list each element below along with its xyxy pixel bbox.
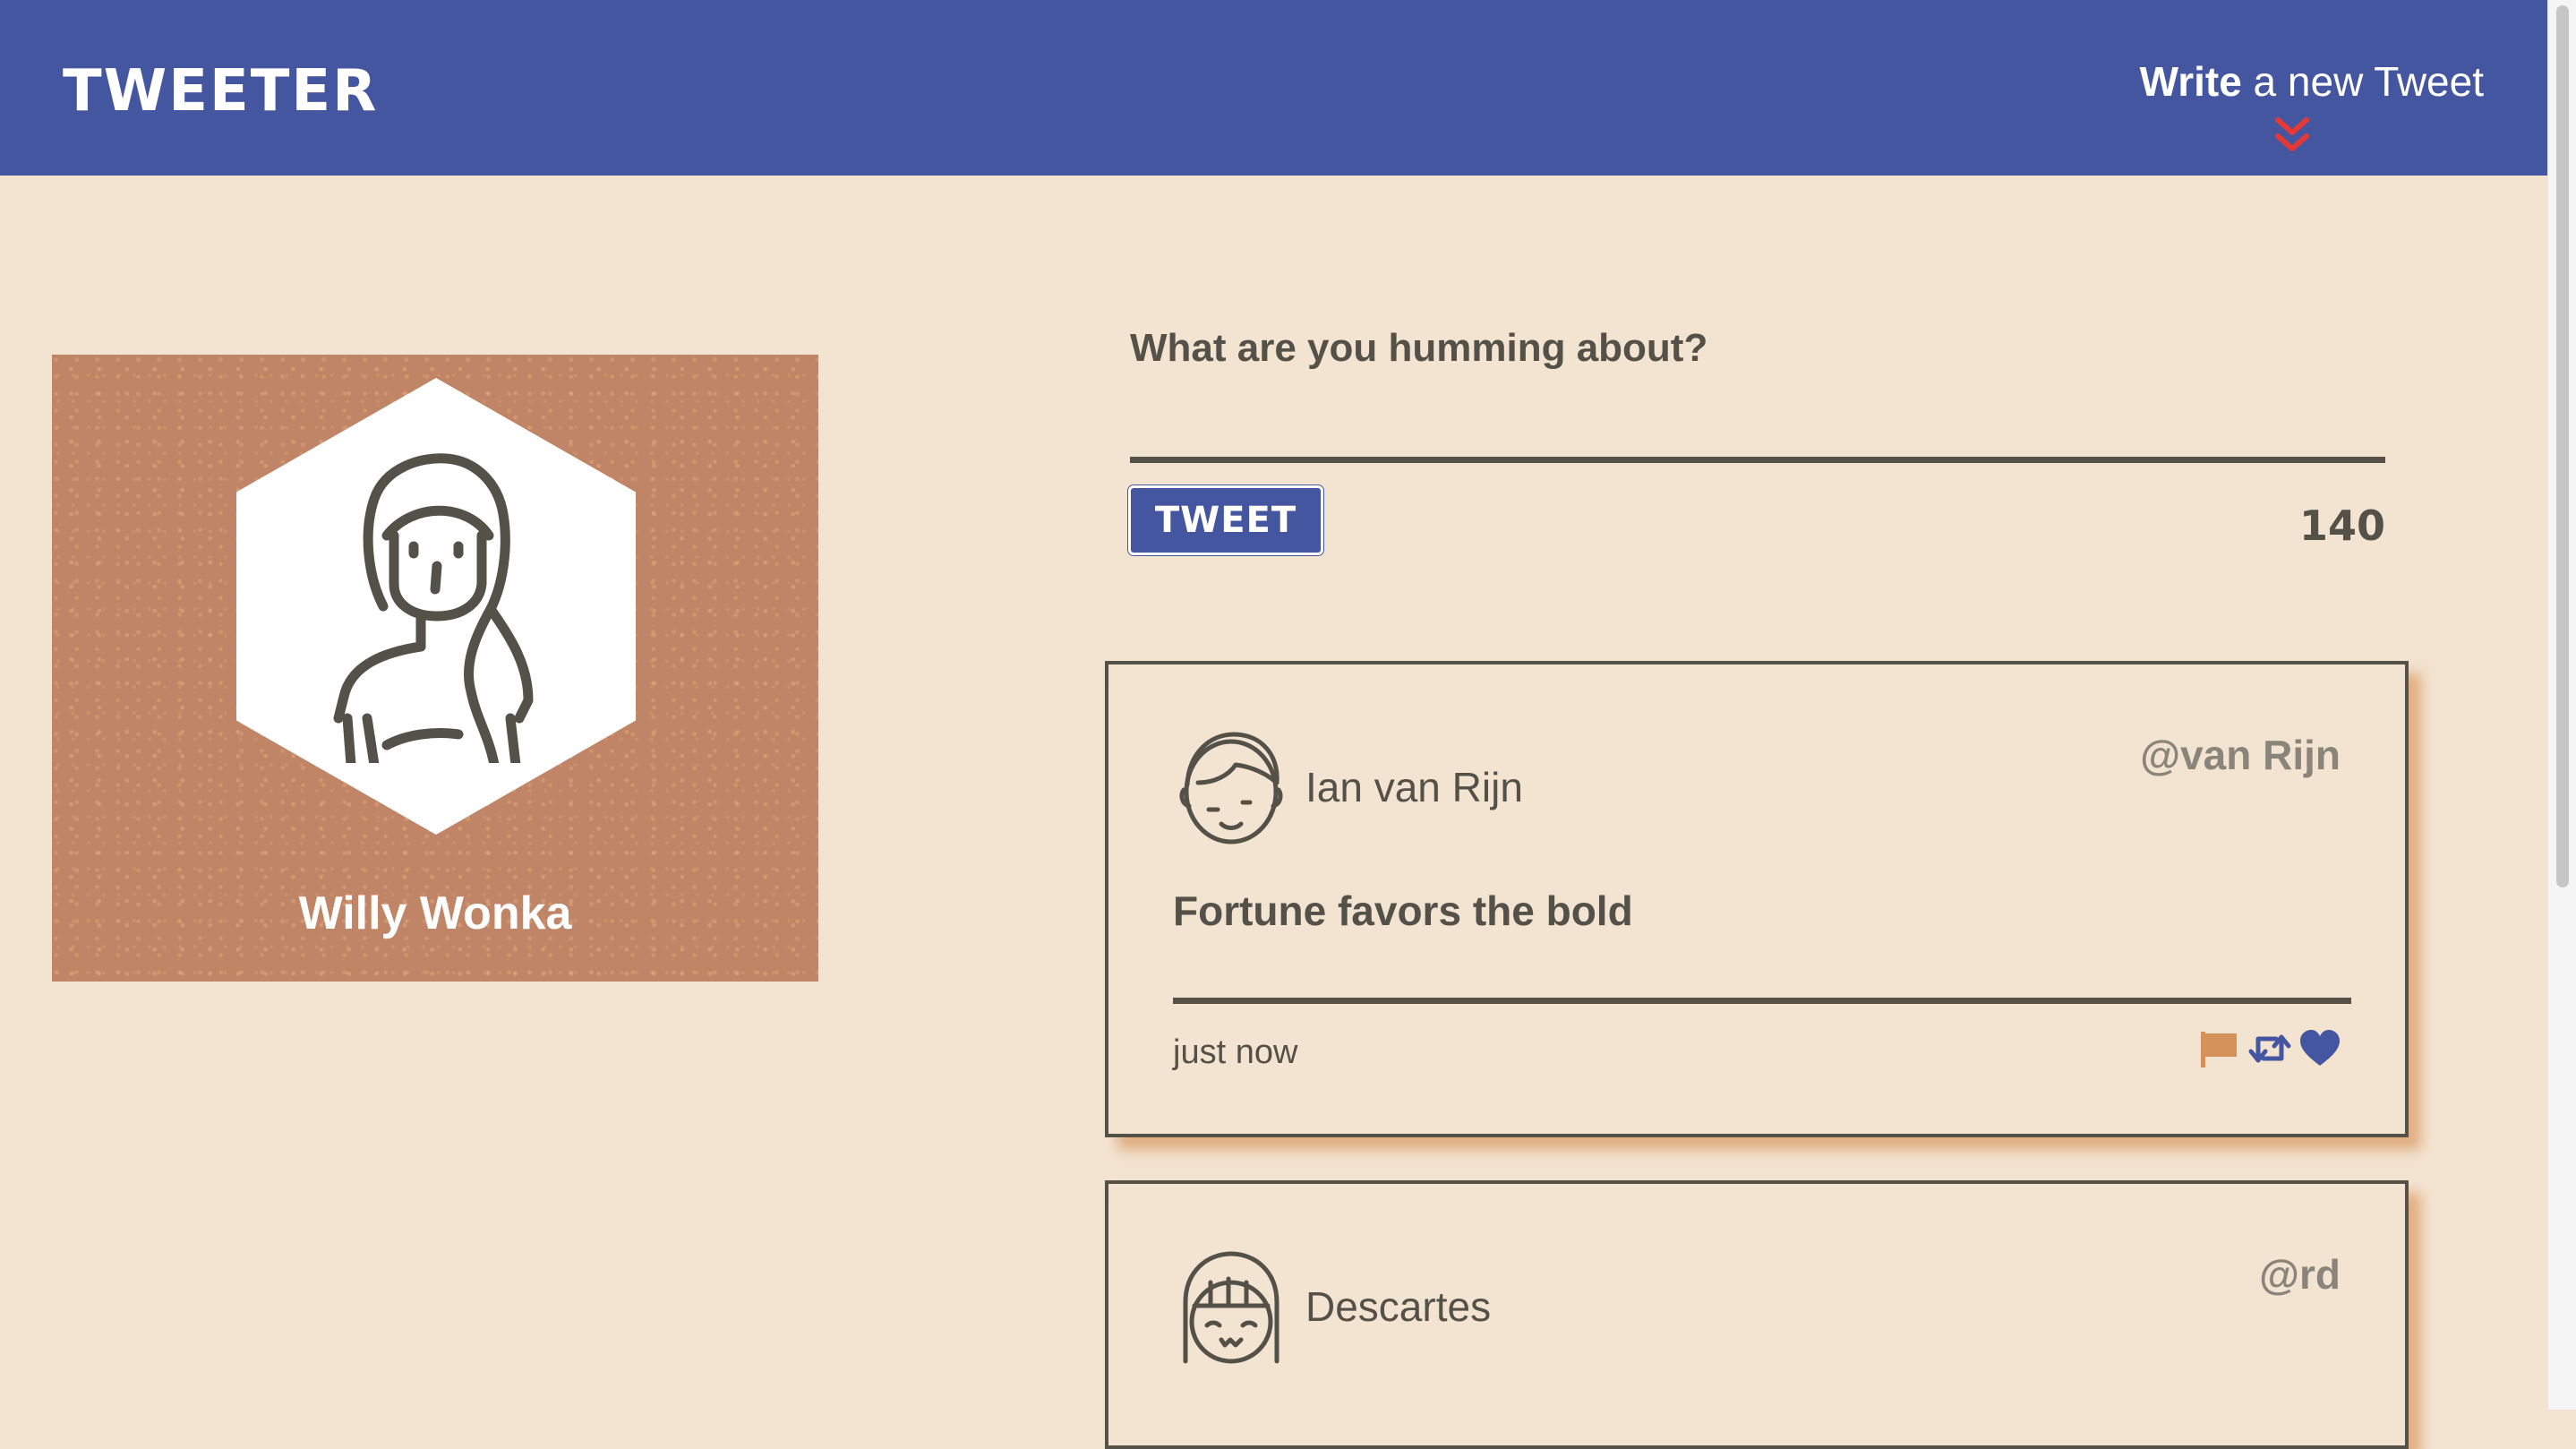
flag-icon[interactable] <box>2197 1026 2242 1071</box>
write-new-tweet-label[interactable]: Write a new Tweet <box>2140 59 2484 105</box>
tweet-author-handle[interactable]: @rd <box>2259 1250 2341 1299</box>
tweet-card: Ian van Rijn @van Rijn Fortune favors th… <box>1105 661 2409 1137</box>
write-rest-text: a new Tweet <box>2241 58 2484 105</box>
tweet-card: Descartes @rd <box>1105 1180 2409 1449</box>
tweet-submit-button[interactable]: TWEET <box>1128 485 1323 555</box>
boy-avatar-icon <box>1179 732 1283 845</box>
girl-avatar-icon <box>333 453 534 763</box>
heart-icon[interactable] <box>2298 1026 2342 1071</box>
avatar-hexagon <box>236 378 636 835</box>
app-logo[interactable]: TWEETER <box>63 63 378 120</box>
scrollbar-thumb[interactable] <box>2556 5 2569 887</box>
tweet-author-name: Descartes <box>1305 1283 1492 1330</box>
tweet-text-input[interactable] <box>1130 394 2387 459</box>
girl-bangs-avatar-icon <box>1183 1251 1279 1364</box>
profile-name: Willy Wonka <box>298 887 572 939</box>
top-nav: TWEETER Write a new Tweet <box>0 0 2548 176</box>
profile-card: Willy Wonka <box>52 355 818 982</box>
tweet-content: Fortune favors the bold <box>1173 887 1633 934</box>
tweet-actions <box>2197 1026 2342 1071</box>
compose-underline <box>1130 457 2385 463</box>
compose-prompt-label: What are you humming about? <box>1130 326 1708 370</box>
page-scrollbar[interactable] <box>2547 0 2576 1410</box>
character-counter: 140 <box>2298 502 2385 550</box>
tweet-author-name: Ian van Rijn <box>1305 764 1523 810</box>
tweet-timestamp: just now <box>1173 1033 1298 1071</box>
tweet-divider <box>1173 998 2351 1004</box>
write-new-tweet-toggle[interactable]: Write a new Tweet <box>2108 59 2484 158</box>
write-bold-word: Write <box>2139 58 2242 105</box>
retweet-icon[interactable] <box>2247 1026 2292 1071</box>
tweet-author-handle[interactable]: @van Rijn <box>2140 731 2341 779</box>
double-chevron-down-icon[interactable] <box>2272 115 2312 156</box>
